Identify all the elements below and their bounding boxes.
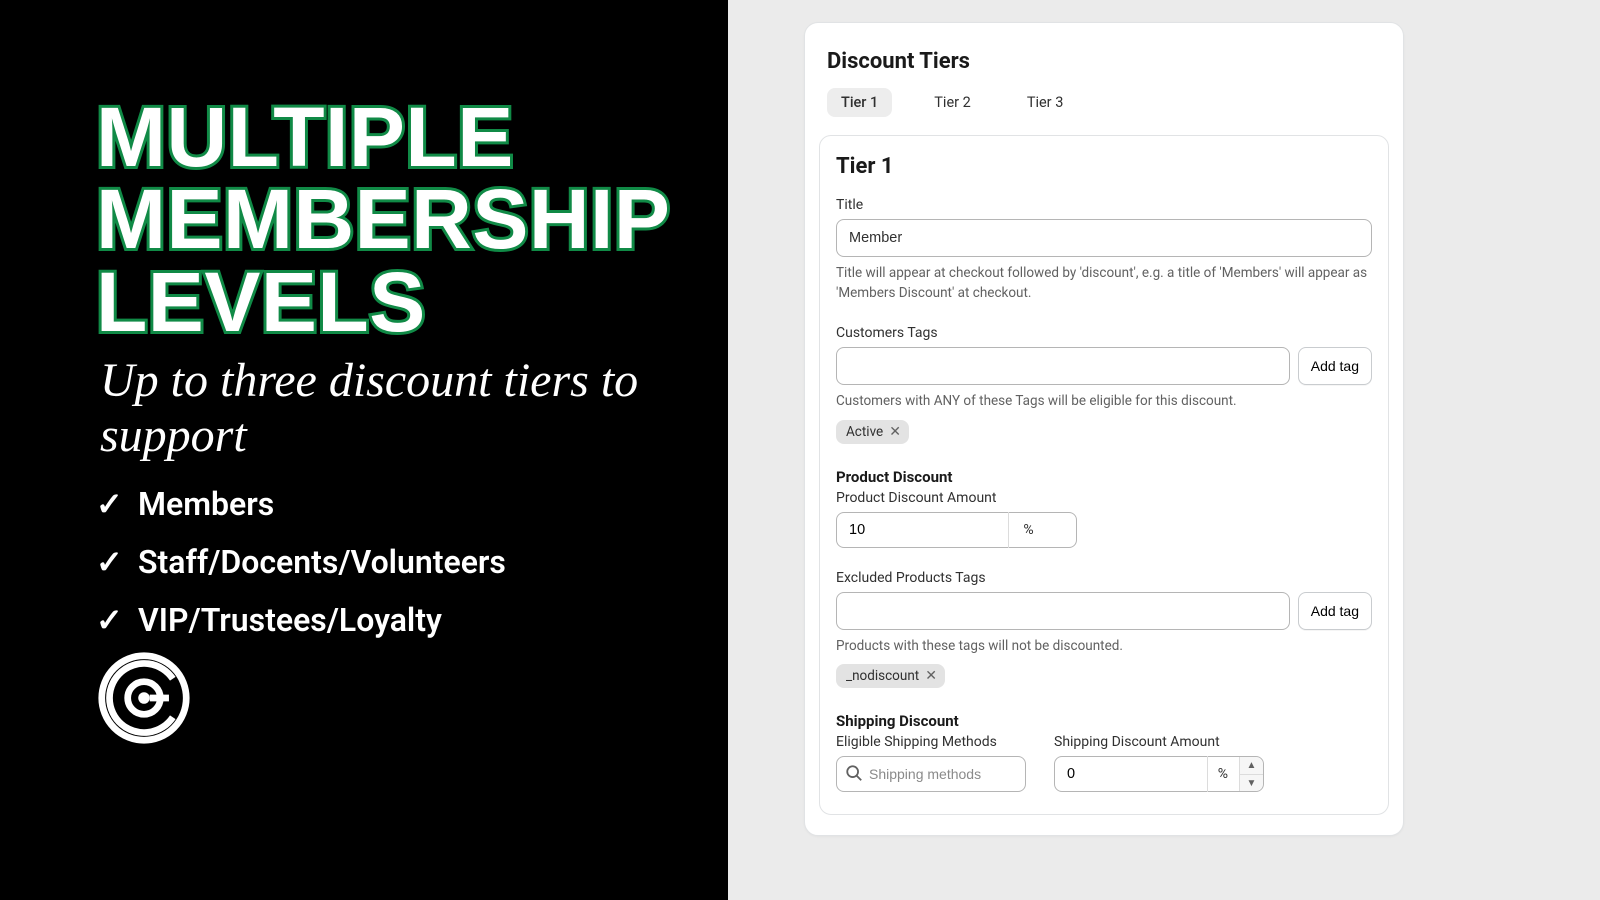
bullet-item: ✓ Staff/Docents/Volunteers: [96, 543, 728, 581]
product-discount-amount-label: Product Discount Amount: [836, 490, 1372, 506]
percent-suffix: %: [1207, 756, 1236, 792]
tab-tier-1[interactable]: Tier 1: [827, 88, 892, 117]
bullet-item: ✓ Members: [96, 485, 728, 523]
remove-chip-icon[interactable]: ✕: [925, 669, 937, 683]
stepper-down-icon[interactable]: ▼: [1240, 775, 1263, 792]
excluded-products-tags-input[interactable]: [836, 592, 1290, 630]
stepper-up-icon[interactable]: ▲: [1240, 757, 1263, 775]
discount-tiers-card: Discount Tiers Tier 1 Tier 2 Tier 3 Tier…: [804, 22, 1404, 836]
promo-bullets: ✓ Members ✓ Staff/Docents/Volunteers ✓ VIP/…: [96, 485, 728, 639]
headline-line-1: MULTIPLE: [96, 96, 728, 178]
bullet-item: ✓ VIP/Trustees/Loyalty: [96, 601, 728, 639]
add-customer-tag-button[interactable]: Add tag: [1298, 347, 1372, 385]
tab-tier-2[interactable]: Tier 2: [920, 88, 985, 117]
shipping-methods-input[interactable]: [836, 756, 1026, 792]
shipping-discount-heading: Shipping Discount: [836, 712, 1372, 730]
check-icon: ✓: [96, 543, 120, 581]
customers-tags-help: Customers with ANY of these Tags will be…: [836, 392, 1372, 412]
tier-editor: Tier 1 Title Title will appear at checko…: [819, 135, 1389, 815]
chip-label: Active: [846, 424, 883, 440]
customers-tags-label: Customers Tags: [836, 325, 1372, 341]
bullet-label: Members: [138, 485, 274, 523]
percent-suffix: %: [1008, 512, 1048, 548]
excluded-products-tags-label: Excluded Products Tags: [836, 570, 1372, 586]
add-excluded-tag-button[interactable]: Add tag: [1298, 592, 1372, 630]
excluded-products-tags-help: Products with these tags will not be dis…: [836, 637, 1372, 657]
headline-line-3: LEVELS: [96, 261, 728, 343]
bullet-label: VIP/Trustees/Loyalty: [138, 601, 442, 639]
admin-panel: Discount Tiers Tier 1 Tier 2 Tier 3 Tier…: [728, 0, 1600, 900]
customers-tags-input[interactable]: [836, 347, 1290, 385]
card-title: Discount Tiers: [805, 49, 1403, 88]
product-discount-heading: Product Discount: [836, 468, 1372, 486]
search-icon: [845, 764, 863, 786]
promo-subtitle: Up to three discount tiers to support: [100, 353, 728, 463]
title-help: Title will appear at checkout followed b…: [836, 264, 1372, 303]
headline-line-2: MEMBERSHIP: [96, 178, 728, 260]
chip-label: _nodiscount: [846, 668, 919, 684]
shipping-discount-amount-label: Shipping Discount Amount: [1054, 734, 1264, 750]
stepper-buttons: ▲ ▼: [1239, 757, 1263, 791]
tab-tier-3[interactable]: Tier 3: [1013, 88, 1078, 117]
title-label: Title: [836, 197, 1372, 213]
promo-headline: MULTIPLE MEMBERSHIP LEVELS: [96, 96, 728, 343]
brand-logo-icon: [96, 650, 192, 750]
tier-tabs: Tier 1 Tier 2 Tier 3: [805, 88, 1403, 135]
check-icon: ✓: [96, 601, 120, 639]
shipping-methods-label: Eligible Shipping Methods: [836, 734, 1036, 750]
title-input[interactable]: [836, 219, 1372, 257]
excluded-tag-chip: _nodiscount ✕: [836, 664, 945, 688]
promo-panel: MULTIPLE MEMBERSHIP LEVELS Up to three d…: [0, 0, 728, 900]
tier-heading: Tier 1: [836, 154, 1372, 179]
customer-tag-chip: Active ✕: [836, 420, 909, 444]
remove-chip-icon[interactable]: ✕: [889, 425, 901, 439]
bullet-label: Staff/Docents/Volunteers: [138, 543, 506, 581]
check-icon: ✓: [96, 485, 120, 523]
